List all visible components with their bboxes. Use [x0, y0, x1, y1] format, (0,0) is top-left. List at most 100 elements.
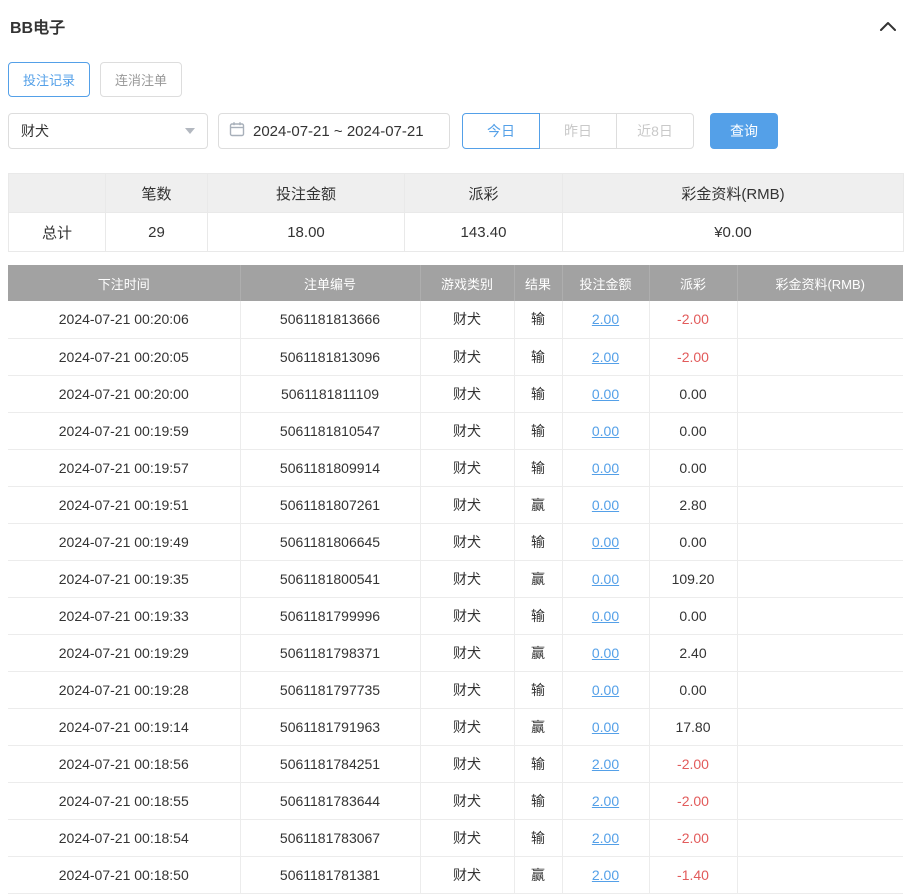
order-id-cell: 5061181781381	[239, 856, 421, 894]
bet-amount-cell: 2.00	[561, 338, 650, 376]
collapse-panel-button[interactable]	[877, 18, 899, 34]
game-type-cell: 财犬	[419, 819, 515, 857]
bet-records-panel: BB电子 投注记录 连消注单 财犬 2024-07-21 ~ 2024-07-2…	[0, 0, 911, 894]
col-bonus: 彩金资料(RMB)	[737, 265, 903, 301]
bet-time-cell: 2024-07-21 00:19:35	[8, 560, 241, 598]
tab-bet-records[interactable]: 投注记录	[8, 62, 91, 97]
bet-amount-cell: 0.00	[561, 597, 650, 635]
result-cell: 输	[513, 301, 563, 339]
bet-time-cell: 2024-07-21 00:19:57	[8, 449, 241, 487]
bet-table: 下注时间 注单编号 游戏类别 结果 投注金额 派彩 彩金资料(RMB) 2024…	[8, 265, 903, 894]
col-payout: 派彩	[649, 265, 738, 301]
bet-amount-cell: 0.00	[561, 523, 650, 561]
summary-header-bonus: 彩金资料(RMB)	[562, 173, 904, 213]
order-id-cell: 5061181813096	[239, 338, 421, 376]
bet-amount-link[interactable]: 0.00	[592, 386, 619, 402]
summary-row-label: 总计	[8, 212, 106, 252]
bet-amount-link[interactable]: 0.00	[592, 608, 619, 624]
result-cell: 赢	[513, 708, 563, 746]
quick-range-group: 今日 昨日 近8日	[462, 113, 694, 149]
result-cell: 赢	[513, 856, 563, 894]
result-cell: 输	[513, 338, 563, 376]
bet-amount-link[interactable]: 2.00	[592, 793, 619, 809]
bet-time-cell: 2024-07-21 00:19:28	[8, 671, 241, 709]
order-id-cell: 5061181798371	[239, 634, 421, 672]
tab-bar: 投注记录 连消注单	[8, 62, 903, 97]
order-id-cell: 5061181783644	[239, 782, 421, 820]
bet-amount-link[interactable]: 0.00	[592, 645, 619, 661]
summary-bonus: ¥0.00	[562, 212, 904, 252]
table-row: 2024-07-21 00:19:59 5061181810547 财犬 输 0…	[8, 412, 903, 450]
filter-bar: 财犬 2024-07-21 ~ 2024-07-21 今日 昨日 近8日 查询	[8, 113, 903, 149]
result-cell: 赢	[513, 560, 563, 598]
payout-cell: -2.00	[648, 745, 738, 783]
page-title: BB电子	[10, 20, 66, 37]
order-id-cell: 5061181811109	[239, 375, 421, 413]
bet-amount-cell: 0.00	[561, 671, 650, 709]
game-type-cell: 财犬	[419, 708, 515, 746]
payout-cell: 109.20	[648, 560, 738, 598]
bet-amount-cell: 2.00	[561, 782, 650, 820]
bet-amount-link[interactable]: 2.00	[592, 311, 619, 327]
titlebar: BB电子	[8, 12, 903, 38]
bonus-cell	[736, 708, 903, 746]
bet-amount-link[interactable]: 0.00	[592, 534, 619, 550]
bonus-cell	[736, 301, 903, 339]
quick-yesterday-button[interactable]: 昨日	[539, 113, 617, 149]
table-row: 2024-07-21 00:19:29 5061181798371 财犬 赢 0…	[8, 634, 903, 672]
bonus-cell	[736, 486, 903, 524]
table-row: 2024-07-21 00:18:55 5061181783644 财犬 输 2…	[8, 782, 903, 820]
bet-amount-link[interactable]: 2.00	[592, 830, 619, 846]
bet-time-cell: 2024-07-21 00:18:56	[8, 745, 241, 783]
bet-amount-link[interactable]: 0.00	[592, 682, 619, 698]
quick-today-button[interactable]: 今日	[462, 113, 540, 149]
chevron-down-icon	[185, 128, 195, 134]
bet-amount-link[interactable]: 2.00	[592, 867, 619, 883]
bet-amount-link[interactable]: 0.00	[592, 423, 619, 439]
bet-amount-link[interactable]: 0.00	[592, 460, 619, 476]
bonus-cell	[736, 412, 903, 450]
game-type-cell: 财犬	[419, 597, 515, 635]
bet-amount-link[interactable]: 0.00	[592, 497, 619, 513]
order-id-cell: 5061181807261	[239, 486, 421, 524]
quick-last8days-button[interactable]: 近8日	[616, 113, 694, 149]
bonus-cell	[736, 523, 903, 561]
order-id-cell: 5061181800541	[239, 560, 421, 598]
table-row: 2024-07-21 00:19:57 5061181809914 财犬 输 0…	[8, 449, 903, 487]
result-cell: 输	[513, 819, 563, 857]
payout-cell: -2.00	[648, 338, 738, 376]
search-button[interactable]: 查询	[710, 113, 778, 149]
bet-amount-link[interactable]: 0.00	[592, 719, 619, 735]
result-cell: 输	[513, 745, 563, 783]
col-bet-time: 下注时间	[8, 265, 241, 301]
game-type-cell: 财犬	[419, 449, 515, 487]
game-select[interactable]: 财犬	[8, 113, 208, 149]
table-row: 2024-07-21 00:19:35 5061181800541 财犬 赢 0…	[8, 560, 903, 598]
payout-cell: -1.40	[648, 856, 738, 894]
summary-row: 总计 29 18.00 143.40 ¥0.00	[8, 212, 904, 252]
bonus-cell	[736, 597, 903, 635]
bet-amount-cell: 0.00	[561, 375, 650, 413]
bet-amount-link[interactable]: 2.00	[592, 756, 619, 772]
col-game-type: 游戏类别	[420, 265, 515, 301]
order-id-cell: 5061181813666	[239, 301, 421, 339]
date-range-input[interactable]: 2024-07-21 ~ 2024-07-21	[218, 113, 450, 149]
summary-table: 笔数 投注金额 派彩 彩金资料(RMB) 总计 29 18.00 143.40 …	[8, 173, 904, 252]
bet-time-cell: 2024-07-21 00:19:51	[8, 486, 241, 524]
payout-cell: 2.80	[648, 486, 738, 524]
tab-cancelled-orders[interactable]: 连消注单	[100, 62, 183, 97]
table-row: 2024-07-21 00:20:00 5061181811109 财犬 输 0…	[8, 375, 903, 413]
bet-amount-link[interactable]: 0.00	[592, 571, 619, 587]
payout-cell: -2.00	[648, 782, 738, 820]
bet-time-cell: 2024-07-21 00:18:54	[8, 819, 241, 857]
bet-amount-cell: 0.00	[561, 708, 650, 746]
payout-cell: -2.00	[648, 301, 738, 339]
game-type-cell: 财犬	[419, 412, 515, 450]
payout-cell: 0.00	[648, 449, 738, 487]
bet-amount-link[interactable]: 2.00	[592, 349, 619, 365]
result-cell: 输	[513, 671, 563, 709]
bet-time-cell: 2024-07-21 00:19:33	[8, 597, 241, 635]
col-bet-amount: 投注金额	[562, 265, 650, 301]
result-cell: 输	[513, 782, 563, 820]
bonus-cell	[736, 819, 903, 857]
